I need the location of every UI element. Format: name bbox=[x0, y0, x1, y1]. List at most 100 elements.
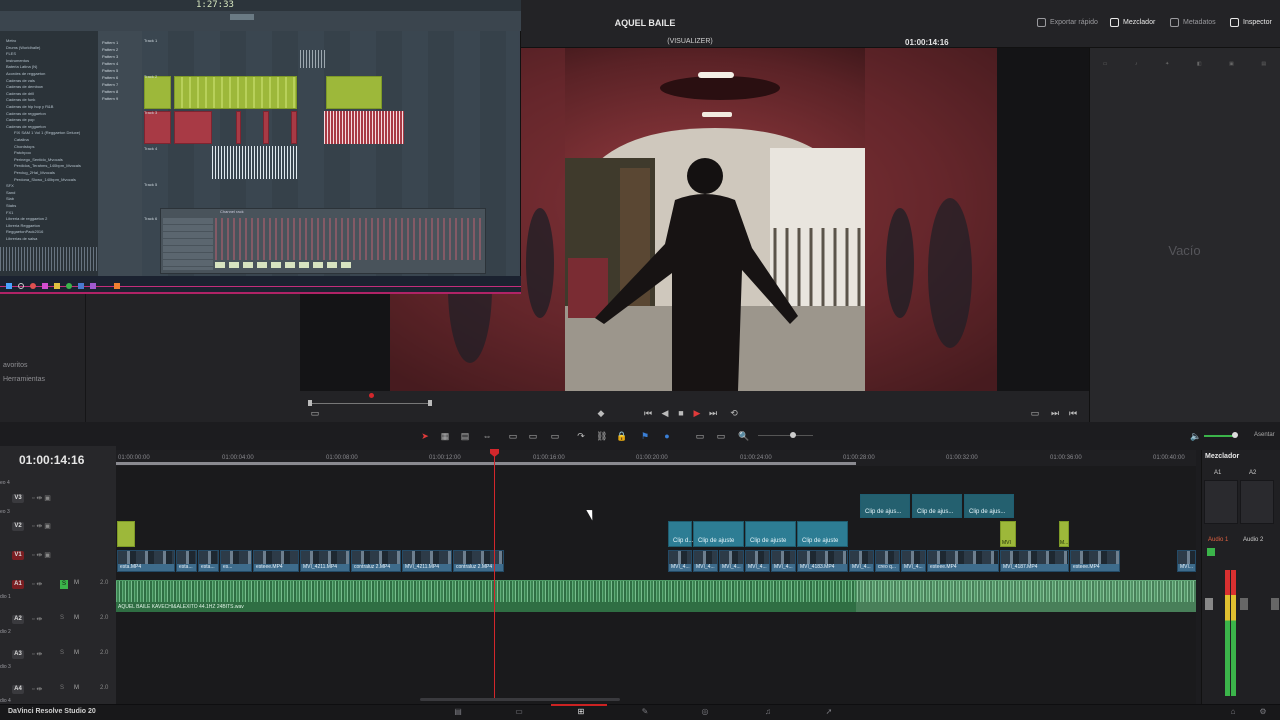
fl-pattern-clip[interactable] bbox=[326, 76, 382, 109]
zoom-slider-handle[interactable] bbox=[790, 432, 796, 438]
taskbar-app-icon[interactable] bbox=[66, 283, 72, 289]
video-clip[interactable]: esteee.MP4 bbox=[1070, 550, 1120, 572]
fl-browser-item[interactable]: Caderas de drill bbox=[6, 91, 34, 96]
mixer-solo-a1[interactable] bbox=[1207, 548, 1215, 556]
fl-audio-clip[interactable] bbox=[300, 50, 326, 68]
transition-tab-icon[interactable]: ◧ bbox=[1197, 61, 1202, 67]
track-a4-label[interactable]: A4 bbox=[12, 685, 24, 694]
fl-pattern-clip[interactable] bbox=[174, 111, 212, 144]
fl-browser-item[interactable]: FX1 bbox=[6, 210, 13, 215]
fl-browser-item[interactable]: SFX bbox=[6, 183, 14, 188]
mixer-eq-a2[interactable] bbox=[1240, 480, 1274, 524]
video-clip[interactable]: esteee.MP4 bbox=[927, 550, 999, 572]
fl-browser-item[interactable]: Perinego_Sentido_Mvocals bbox=[14, 157, 63, 162]
video-clip[interactable]: esteee.MP4 bbox=[253, 550, 299, 572]
settings-icon[interactable]: ⚙ bbox=[1258, 707, 1268, 716]
a1-solo-button[interactable]: S bbox=[60, 580, 68, 589]
trim-tool-icon[interactable]: ▦ bbox=[440, 431, 450, 441]
track-v3-label[interactable]: V3 bbox=[12, 494, 24, 503]
mixer-eq-a1[interactable] bbox=[1204, 480, 1238, 524]
adjustment-clip[interactable]: Clip d... bbox=[668, 521, 693, 547]
fl-browser-item[interactable]: Instrumentos bbox=[6, 58, 29, 63]
play-icon[interactable]: ▶ bbox=[692, 408, 702, 418]
skip-end-icon[interactable]: ⏭ bbox=[708, 408, 718, 418]
color-page-icon[interactable]: ◎ bbox=[700, 707, 710, 716]
v2-green-clip[interactable]: MVI bbox=[1000, 521, 1016, 547]
video-clip[interactable]: MVI_4187.MP4 bbox=[1000, 550, 1069, 572]
track-v1-label[interactable]: V1 bbox=[12, 551, 24, 560]
fl-browser-item[interactable]: Stabs bbox=[6, 203, 16, 208]
video-clip[interactable]: es... bbox=[220, 550, 252, 572]
fl-browser-item[interactable]: Caderas de vals bbox=[6, 78, 35, 83]
stop-icon[interactable]: ■ bbox=[676, 408, 686, 418]
fl-channel-list[interactable] bbox=[163, 218, 213, 270]
next-edit-icon[interactable]: ⏮ bbox=[1068, 408, 1078, 418]
edit-page-icon[interactable]: ⊞ bbox=[576, 707, 586, 716]
v2-green-clip[interactable]: M... bbox=[1059, 521, 1069, 547]
file-tab-icon[interactable]: ▤ bbox=[1261, 61, 1266, 67]
dynamic-trim-icon[interactable]: ⇔ bbox=[482, 431, 492, 441]
mixer-button[interactable]: Mezclador bbox=[1110, 18, 1155, 27]
effects-tab-icon[interactable]: ✦ bbox=[1165, 61, 1169, 67]
taskbar-search-icon[interactable] bbox=[18, 283, 24, 289]
fl-pattern-item[interactable]: Pattern 8 bbox=[102, 89, 118, 94]
speaker-icon[interactable]: 🔈 bbox=[1190, 431, 1201, 441]
fl-browser-item[interactable]: FLES bbox=[6, 51, 16, 56]
fl-pattern-clip[interactable] bbox=[291, 111, 297, 144]
fl-browser-item[interactable]: Caderas de hip hop y R&B bbox=[6, 104, 53, 109]
video-clip[interactable]: MVI_4... bbox=[719, 550, 744, 572]
a2-solo-button[interactable]: S bbox=[60, 615, 64, 621]
quick-export-button[interactable]: Exportar rápido bbox=[1037, 18, 1098, 27]
fl-browser-item[interactable]: Caderas de funk bbox=[6, 97, 35, 102]
taskbar-fl-icon[interactable] bbox=[114, 283, 120, 289]
fairlight-page-icon[interactable]: ♫ bbox=[763, 707, 773, 716]
skip-start-icon[interactable]: ⏮ bbox=[643, 408, 653, 418]
video-clip[interactable]: MVI... bbox=[1177, 550, 1196, 572]
fl-pattern-item[interactable]: Pattern 7 bbox=[102, 82, 118, 87]
video-clip[interactable]: MVI_4... bbox=[668, 550, 692, 572]
fl-pattern-item[interactable]: Pattern 6 bbox=[102, 75, 118, 80]
video-clip[interactable]: contraluz 2.MP4 bbox=[351, 550, 401, 572]
fl-pattern-item[interactable]: Pattern 4 bbox=[102, 61, 118, 66]
favorites-item[interactable]: avoritos bbox=[3, 362, 28, 369]
snapping-icon[interactable]: ↷ bbox=[576, 431, 586, 441]
out-marker[interactable] bbox=[428, 400, 432, 406]
mixer-fader-a1[interactable] bbox=[1205, 598, 1213, 610]
fl-pattern-item[interactable]: Pattern 9 bbox=[102, 96, 118, 101]
volume-slider[interactable] bbox=[1204, 435, 1234, 437]
track-a4-controls[interactable]: ▫ ⇹ bbox=[32, 685, 42, 693]
fl-browser-item[interactable]: FIX SAM 1 Vol 1 (Reggaeton Deluxe) bbox=[14, 130, 80, 135]
fl-pattern-item[interactable]: Pattern 1 bbox=[102, 40, 118, 45]
a4-mute-button[interactable]: M bbox=[74, 685, 79, 691]
fl-browser-item[interactable]: Catalina bbox=[14, 137, 29, 142]
fl-browser-item[interactable]: Slab bbox=[6, 196, 14, 201]
fl-browser-item[interactable]: Drums (Worldhalle) bbox=[6, 45, 40, 50]
fl-browser-item[interactable]: Perdona_Slowo_140bpm_Mvocals bbox=[14, 177, 76, 182]
mixer-fader-a2[interactable] bbox=[1240, 598, 1248, 610]
track-a1-label[interactable]: A1 bbox=[12, 580, 24, 589]
inspector-button[interactable]: Inspector bbox=[1230, 18, 1272, 27]
scrub-playhead[interactable] bbox=[369, 393, 374, 398]
fl-browser-item[interactable]: Metro bbox=[6, 38, 16, 43]
insert-clip-icon[interactable]: ▭ bbox=[508, 431, 518, 441]
video-clip[interactable]: esta... bbox=[176, 550, 197, 572]
video-clip[interactable]: contraluz 2.MP4 bbox=[453, 550, 504, 572]
taskbar-app-icon[interactable] bbox=[54, 283, 60, 289]
deliver-page-icon[interactable]: ➚ bbox=[824, 707, 834, 716]
fl-pattern-item[interactable]: Pattern 2 bbox=[102, 47, 118, 52]
video-clip[interactable]: MVI_4211.MP4 bbox=[300, 550, 350, 572]
zoom-detail-icon[interactable]: ▭ bbox=[716, 431, 726, 441]
adjustment-clip[interactable]: Clip de ajuste bbox=[693, 521, 744, 547]
track-v2-controls[interactable]: ▫ ⇹ ▣ bbox=[32, 522, 51, 530]
video-clip[interactable]: MVI_4... bbox=[745, 550, 770, 572]
a3-mute-button[interactable]: M bbox=[74, 650, 79, 656]
a4-solo-button[interactable]: S bbox=[60, 685, 64, 691]
zoom-full-icon[interactable]: ▭ bbox=[695, 431, 705, 441]
taskbar-app-icon[interactable] bbox=[90, 283, 96, 289]
fusion-page-icon[interactable]: ✎ bbox=[640, 707, 650, 716]
fl-browser-list[interactable]: Metro Drums (Worldhalle) FLES Instrumentos B… bbox=[0, 38, 98, 243]
selection-tool-icon[interactable]: ➤ bbox=[420, 431, 430, 441]
track-a3-label[interactable]: A3 bbox=[12, 650, 24, 659]
viewer-options-icon[interactable]: ▭ bbox=[310, 408, 320, 418]
video-clip[interactable]: MVI_4... bbox=[771, 550, 796, 572]
